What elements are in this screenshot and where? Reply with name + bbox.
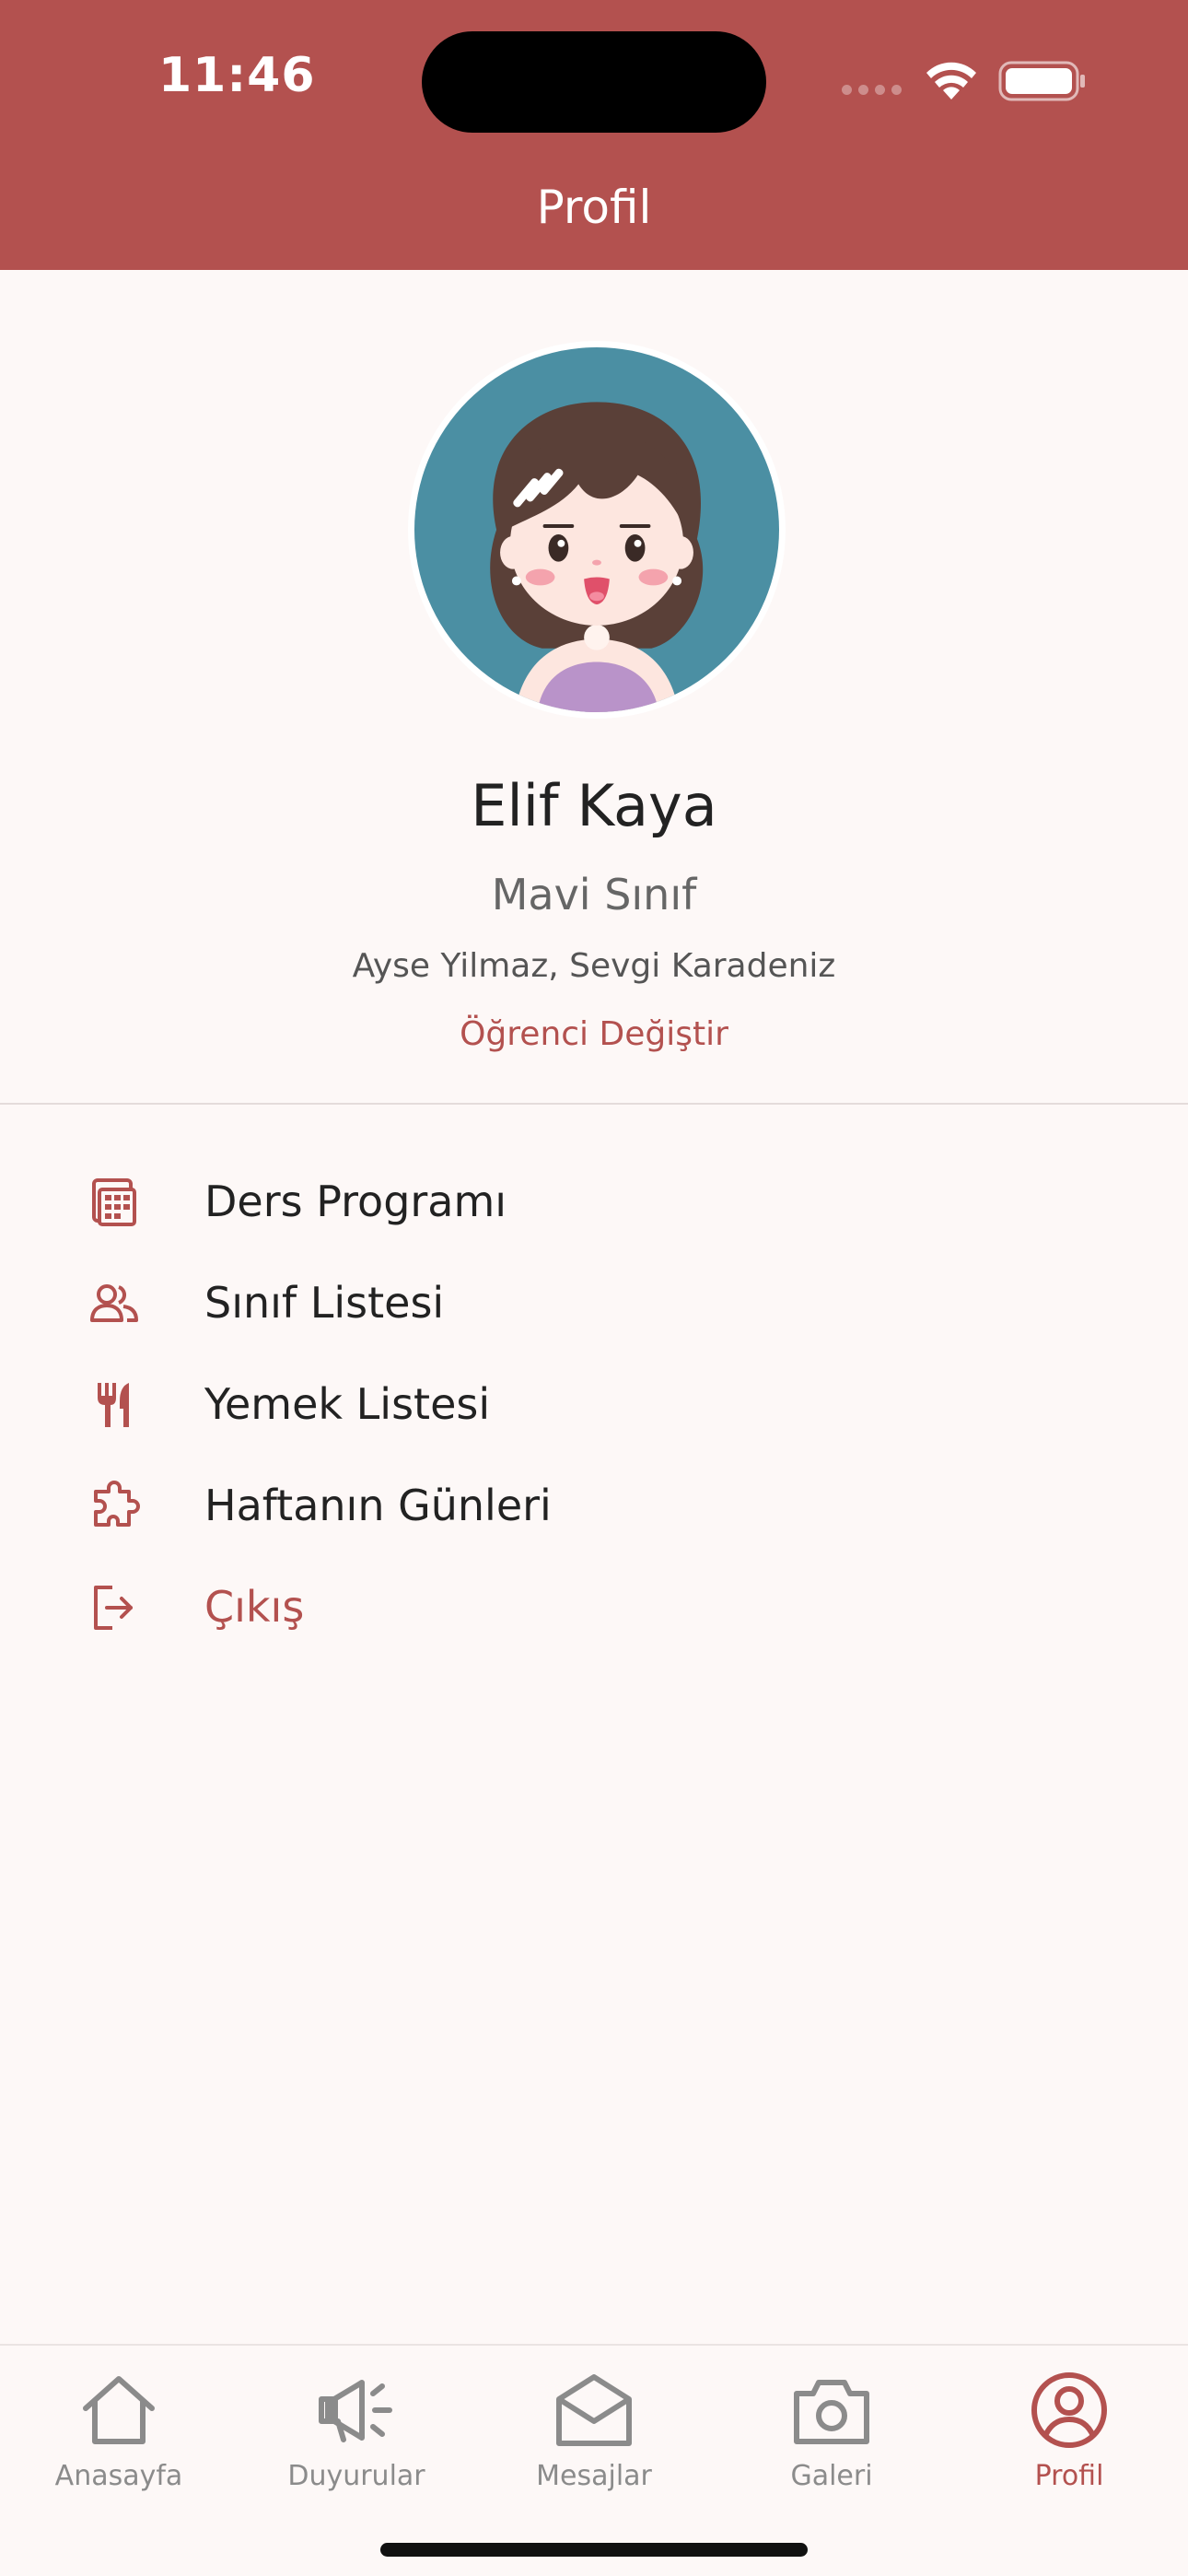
student-name: Elif Kaya xyxy=(471,772,717,839)
tab-duyurular[interactable]: Duyurular xyxy=(238,2366,475,2513)
tab-profil[interactable]: Profil xyxy=(950,2366,1188,2513)
change-student-link[interactable]: Öğrenci Değiştir xyxy=(0,1015,1188,1053)
envelope-icon xyxy=(556,2374,632,2446)
menu-item-ders-programi[interactable]: Ders Programı xyxy=(0,1152,1188,1253)
tab-label: Duyurular xyxy=(287,2460,425,2492)
menu-item-sinif-listesi[interactable]: Sınıf Listesi xyxy=(0,1253,1188,1354)
menu-item-yemek-listesi[interactable]: Yemek Listesi xyxy=(0,1354,1188,1456)
tab-anasayfa[interactable]: Anasayfa xyxy=(0,2366,238,2513)
tab-label: Profil xyxy=(1034,2460,1104,2492)
wifi-icon xyxy=(926,62,976,100)
tab-label: Galeri xyxy=(790,2460,873,2492)
status-time: 11:46 xyxy=(158,48,316,103)
tab-label: Anasayfa xyxy=(54,2460,183,2492)
home-indicator xyxy=(380,2543,808,2557)
cellular-signal-icon xyxy=(842,85,902,95)
profile-screen: 11:46 Profil Elif Kaya Mavi Sınıf Ayse Y… xyxy=(0,0,1188,2576)
logout-icon xyxy=(94,1586,133,1630)
menu-item-label: Yemek Listesi xyxy=(204,1379,491,1429)
people-icon xyxy=(90,1284,138,1322)
megaphone-icon xyxy=(319,2380,392,2442)
menu-item-label: Haftanın Günleri xyxy=(204,1481,552,1530)
fork-knife-icon xyxy=(98,1383,129,1427)
home-icon xyxy=(83,2376,155,2444)
header: 11:46 Profil xyxy=(0,0,1188,270)
tab-galeri[interactable]: Galeri xyxy=(713,2366,950,2513)
tab-label: Mesajlar xyxy=(536,2460,652,2492)
student-class: Mavi Sınıf xyxy=(491,870,697,919)
battery-icon xyxy=(998,61,1085,101)
menu-item-haftanin-gunleri[interactable]: Haftanın Günleri xyxy=(0,1456,1188,1557)
menu-item-logout[interactable]: Çıkış xyxy=(0,1557,1188,1658)
dynamic-island xyxy=(422,31,766,133)
divider xyxy=(0,1103,1188,1105)
camera-icon xyxy=(794,2380,869,2444)
profile-menu: Ders Programı Sınıf Listesi Yemek Listes… xyxy=(0,1152,1188,1658)
avatar xyxy=(408,341,786,719)
puzzle-icon xyxy=(94,1481,140,1527)
user-circle-icon xyxy=(1031,2372,1107,2448)
menu-item-label: Çıkış xyxy=(204,1582,305,1632)
calendar-grid-icon xyxy=(92,1178,136,1226)
menu-item-label: Ders Programı xyxy=(204,1177,507,1226)
tab-mesajlar[interactable]: Mesajlar xyxy=(475,2366,713,2513)
page-title: Profil xyxy=(536,181,652,234)
tab-bar: Anasayfa Duyurular Mesajlar Galeri Profi… xyxy=(0,2344,1188,2576)
teacher-names: Ayse Yilmaz, Sevgi Karadeniz xyxy=(352,947,836,985)
menu-item-label: Sınıf Listesi xyxy=(204,1278,445,1328)
student-avatar-illustration xyxy=(414,347,779,712)
